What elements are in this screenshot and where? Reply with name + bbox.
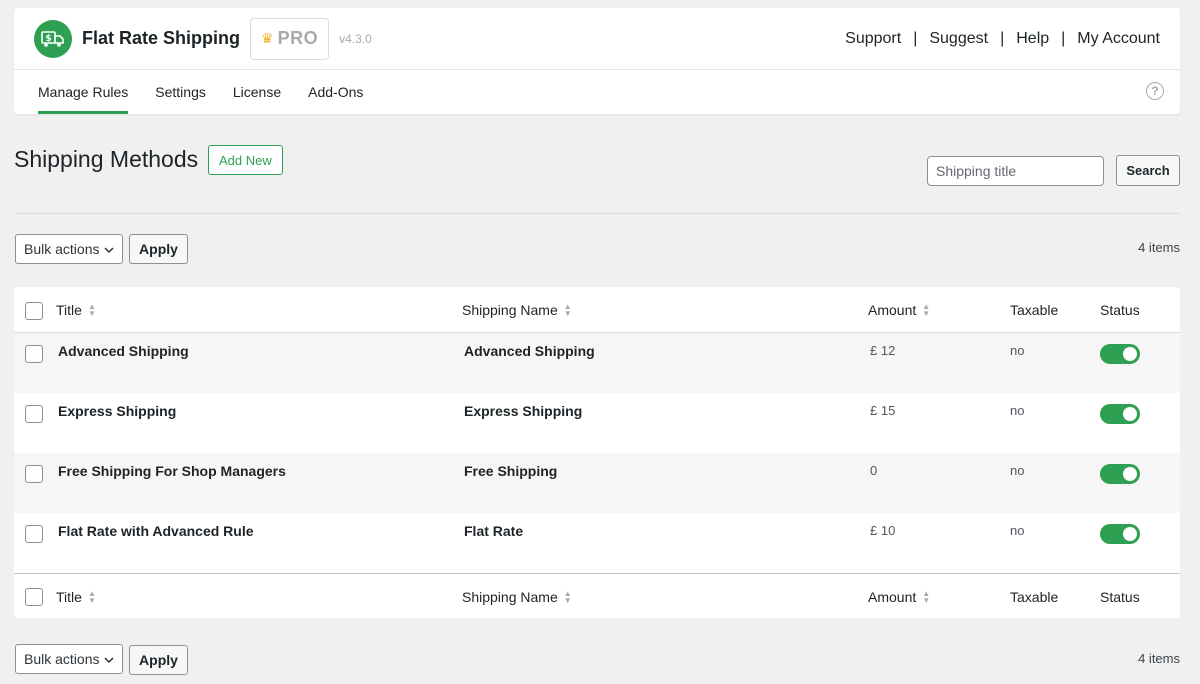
header-nav: Manage Rules Settings License Add-Ons ?	[14, 70, 1180, 114]
bulk-actions-select-top[interactable]: Bulk actions	[15, 234, 123, 264]
table-row: Free Shipping For Shop Managers Free Shi…	[14, 453, 1180, 513]
bulk-actions-select-bottom[interactable]: Bulk actions	[15, 644, 123, 674]
search-input[interactable]	[927, 156, 1104, 186]
add-new-button[interactable]: Add New	[208, 145, 283, 175]
top-links: Support | Suggest | Help | My Account	[845, 30, 1160, 48]
row-checkbox[interactable]	[25, 345, 43, 363]
row-amount: £ 12	[870, 343, 896, 358]
suggest-link[interactable]: Suggest	[929, 30, 988, 48]
sort-arrows-icon: ▲ ▼	[87, 589, 96, 605]
table-row: Express Shipping Express Shipping £ 15 n…	[14, 393, 1180, 453]
row-taxable: no	[1010, 343, 1025, 358]
sort-arrows-icon: ▲ ▼	[563, 589, 572, 605]
row-taxable: no	[1010, 523, 1025, 538]
bulk-actions-label: Bulk actions	[24, 651, 100, 667]
shipping-methods-table: Title ▲ ▼ Shipping Name ▲ ▼ Amount ▲ ▼ Taxa…	[14, 287, 1180, 618]
link-separator: |	[1000, 29, 1005, 47]
row-shipping-name: Advanced Shipping	[464, 343, 595, 359]
column-amount-label: Amount	[868, 589, 917, 605]
column-status: Status	[1100, 302, 1140, 318]
status-toggle[interactable]	[1100, 524, 1140, 544]
toggle-knob	[1123, 467, 1137, 481]
column-shipping-name-footer[interactable]: Shipping Name ▲ ▼	[462, 574, 572, 618]
column-taxable: Taxable	[1010, 302, 1059, 318]
row-title-link[interactable]: Advanced Shipping	[58, 343, 189, 359]
row-amount: 0	[870, 463, 878, 478]
tab-settings[interactable]: Settings	[155, 70, 206, 114]
toggle-knob	[1123, 407, 1137, 421]
row-shipping-name: Free Shipping	[464, 463, 558, 479]
column-taxable-footer: Taxable	[1010, 589, 1059, 605]
table-row: Flat Rate with Advanced Rule Flat Rate £…	[14, 513, 1180, 573]
shipping-truck-dollar-icon: $	[34, 19, 72, 58]
column-status-footer: Status	[1100, 589, 1140, 605]
sort-arrows-icon: ▲ ▼	[922, 589, 931, 605]
row-title-link[interactable]: Express Shipping	[58, 403, 176, 419]
select-all-checkbox-footer[interactable]	[25, 588, 43, 606]
column-amount[interactable]: Amount ▲ ▼	[868, 287, 930, 333]
column-amount-footer[interactable]: Amount ▲ ▼	[868, 574, 930, 618]
row-checkbox[interactable]	[25, 525, 43, 543]
pro-label: PRO	[277, 28, 319, 48]
pro-badge: ♛ PRO	[250, 17, 330, 60]
help-link[interactable]: Help	[1016, 30, 1049, 48]
tab-add-ons[interactable]: Add-Ons	[308, 70, 363, 114]
row-amount: £ 15	[870, 403, 896, 418]
column-amount-label: Amount	[868, 302, 917, 318]
toggle-knob	[1123, 527, 1137, 541]
table-row: Advanced Shipping Advanced Shipping £ 12…	[14, 333, 1180, 393]
column-title-label: Title	[56, 302, 82, 318]
table-footer: Title ▲ ▼ Shipping Name ▲ ▼ Amount ▲ ▼ Taxa…	[14, 573, 1180, 618]
row-title-link[interactable]: Free Shipping For Shop Managers	[58, 463, 286, 479]
status-toggle[interactable]	[1100, 404, 1140, 424]
chevron-down-icon	[104, 241, 114, 257]
app-title: Flat Rate Shipping	[82, 28, 241, 48]
sort-arrows-icon: ▲ ▼	[922, 302, 931, 318]
version-label: v4.3.0	[339, 31, 372, 46]
tab-manage-rules[interactable]: Manage Rules	[38, 70, 129, 114]
divider	[14, 213, 1180, 214]
row-taxable: no	[1010, 403, 1025, 418]
row-amount: £ 10	[870, 523, 896, 538]
row-taxable: no	[1010, 463, 1025, 478]
row-checkbox[interactable]	[25, 465, 43, 483]
table-header: Title ▲ ▼ Shipping Name ▲ ▼ Amount ▲ ▼ Taxa…	[14, 287, 1180, 333]
apply-button-bottom[interactable]: Apply	[129, 645, 188, 675]
sort-arrows-icon: ▲ ▼	[87, 302, 96, 318]
select-all-checkbox[interactable]	[25, 302, 43, 320]
row-shipping-name: Express Shipping	[464, 403, 583, 419]
header-top-bar: $ Flat Rate Shipping ♛ PRO v4.3.0 Suppor…	[14, 8, 1180, 70]
column-shipping-name-label: Shipping Name	[462, 589, 558, 605]
my-account-link[interactable]: My Account	[1077, 30, 1160, 48]
column-title-label: Title	[56, 589, 82, 605]
column-shipping-name[interactable]: Shipping Name ▲ ▼	[462, 287, 572, 333]
row-checkbox[interactable]	[25, 405, 43, 423]
row-shipping-name: Flat Rate	[464, 523, 524, 539]
apply-button-top[interactable]: Apply	[129, 234, 188, 264]
search-button[interactable]: Search	[1116, 155, 1180, 186]
column-title-footer[interactable]: Title ▲ ▼	[56, 574, 96, 618]
chevron-down-icon	[104, 651, 114, 667]
plugin-header: $ Flat Rate Shipping ♛ PRO v4.3.0 Suppor…	[14, 8, 1180, 114]
svg-text:$: $	[45, 34, 51, 44]
items-count-bottom: 4 items	[1138, 651, 1180, 666]
question-circle-icon[interactable]: ?	[1146, 82, 1164, 100]
row-title-link[interactable]: Flat Rate with Advanced Rule	[58, 523, 254, 539]
link-separator: |	[1061, 29, 1066, 47]
tab-license[interactable]: License	[233, 70, 281, 114]
link-separator: |	[913, 29, 918, 47]
crown-icon: ♛	[261, 30, 274, 46]
toggle-knob	[1123, 347, 1137, 361]
sort-arrows-icon: ▲ ▼	[563, 302, 572, 318]
page-title: Shipping Methods	[14, 146, 199, 172]
status-toggle[interactable]	[1100, 344, 1140, 364]
status-toggle[interactable]	[1100, 464, 1140, 484]
column-title[interactable]: Title ▲ ▼	[56, 287, 96, 333]
column-shipping-name-label: Shipping Name	[462, 302, 558, 318]
support-link[interactable]: Support	[845, 30, 901, 48]
bulk-actions-label: Bulk actions	[24, 241, 100, 257]
items-count-top: 4 items	[1138, 240, 1180, 255]
